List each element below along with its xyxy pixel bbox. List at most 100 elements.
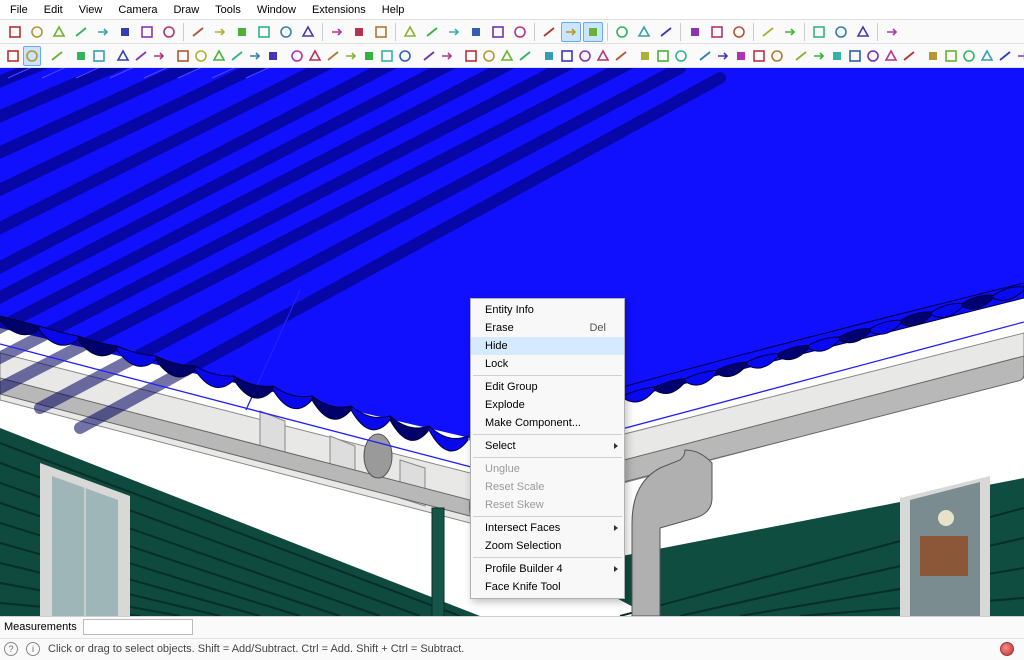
tool-gear1[interactable] bbox=[809, 22, 829, 42]
tool-undo[interactable] bbox=[276, 22, 296, 42]
tool-solid1[interactable] bbox=[612, 22, 632, 42]
tool-pb3[interactable] bbox=[577, 46, 593, 66]
tool-gear3[interactable] bbox=[853, 22, 873, 42]
tool-cyl[interactable] bbox=[707, 22, 727, 42]
tool-tag4[interactable] bbox=[517, 46, 533, 66]
tool-arc[interactable] bbox=[71, 22, 91, 42]
tool-push[interactable] bbox=[175, 46, 191, 66]
tool-follow[interactable] bbox=[193, 46, 209, 66]
tool-redo[interactable] bbox=[298, 22, 318, 42]
menu-tools[interactable]: Tools bbox=[209, 2, 247, 18]
tool-pencil[interactable] bbox=[73, 46, 89, 66]
tool-soft[interactable] bbox=[583, 22, 603, 42]
tool-poly[interactable] bbox=[151, 46, 167, 66]
tool-pb4[interactable] bbox=[595, 46, 611, 66]
tool-m5[interactable] bbox=[997, 46, 1013, 66]
tool-c6[interactable] bbox=[883, 46, 899, 66]
tool-ext1[interactable] bbox=[882, 22, 902, 42]
geolocation-icon[interactable] bbox=[1000, 642, 1014, 656]
tool-sphere[interactable] bbox=[729, 22, 749, 42]
tool-walk[interactable] bbox=[371, 22, 391, 42]
tool-layers[interactable] bbox=[466, 22, 486, 42]
tool-s2[interactable] bbox=[715, 46, 731, 66]
tool-m3[interactable] bbox=[961, 46, 977, 66]
tool-vray2[interactable] bbox=[655, 46, 671, 66]
tool-boxtxt[interactable] bbox=[115, 22, 135, 42]
tool-tape2[interactable] bbox=[289, 46, 305, 66]
ctx-hide[interactable]: Hide bbox=[471, 337, 624, 355]
tool-axes[interactable] bbox=[325, 46, 341, 66]
menu-view[interactable]: View bbox=[73, 2, 109, 18]
ctx-profile-builder-4[interactable]: Profile Builder 4 bbox=[471, 560, 624, 578]
measurements-input[interactable] bbox=[83, 619, 193, 635]
help-icon[interactable]: ? bbox=[4, 642, 18, 656]
menu-file[interactable]: File bbox=[4, 2, 34, 18]
menu-help[interactable]: Help bbox=[376, 2, 411, 18]
ctx-face-knife-tool[interactable]: Face Knife Tool bbox=[471, 578, 624, 596]
tool-pb5[interactable] bbox=[613, 46, 629, 66]
tool-sun[interactable] bbox=[439, 46, 455, 66]
tool-person[interactable] bbox=[159, 22, 179, 42]
info-icon[interactable]: i bbox=[26, 642, 40, 656]
tool-outliner[interactable] bbox=[539, 22, 559, 42]
tool-c2[interactable] bbox=[811, 46, 827, 66]
tool-comp[interactable] bbox=[422, 22, 442, 42]
tool-c7[interactable] bbox=[901, 46, 917, 66]
menu-edit[interactable]: Edit bbox=[38, 2, 69, 18]
tool-circle[interactable] bbox=[133, 46, 149, 66]
tool-m1[interactable] bbox=[925, 46, 941, 66]
tool-solid4[interactable] bbox=[758, 22, 778, 42]
tool-move[interactable] bbox=[229, 46, 245, 66]
menu-extensions[interactable]: Extensions bbox=[306, 2, 372, 18]
tool-tag2[interactable] bbox=[481, 46, 497, 66]
tool-dimension[interactable] bbox=[349, 22, 369, 42]
tool-tag3[interactable] bbox=[499, 46, 515, 66]
tool-solid2[interactable] bbox=[634, 22, 654, 42]
tool-cube[interactable] bbox=[400, 22, 420, 42]
tool-s1[interactable] bbox=[697, 46, 713, 66]
tool-solid3[interactable] bbox=[656, 22, 676, 42]
tool-c3[interactable] bbox=[829, 46, 845, 66]
tool-select-arrow[interactable] bbox=[23, 46, 41, 66]
ctx-edit-group[interactable]: Edit Group bbox=[471, 378, 624, 396]
tool-rotate[interactable] bbox=[247, 46, 263, 66]
tool-eraser[interactable] bbox=[27, 22, 47, 42]
tool-c5[interactable] bbox=[865, 46, 881, 66]
tool-house[interactable] bbox=[444, 22, 464, 42]
menu-camera[interactable]: Camera bbox=[112, 2, 163, 18]
tool-line[interactable] bbox=[49, 22, 69, 42]
tool-orbit[interactable] bbox=[232, 22, 252, 42]
tool-rect[interactable] bbox=[115, 46, 131, 66]
ctx-lock[interactable]: Lock bbox=[471, 355, 624, 373]
tool-offset[interactable] bbox=[211, 46, 227, 66]
tool-tape[interactable] bbox=[137, 22, 157, 42]
viewport-3d[interactable]: Entity InfoEraseDelHideLockEdit GroupExp… bbox=[0, 68, 1024, 616]
tool-layers-b[interactable] bbox=[561, 22, 581, 42]
tool-scale[interactable] bbox=[265, 46, 281, 66]
tool-c4[interactable] bbox=[847, 46, 863, 66]
tool-m6[interactable] bbox=[1015, 46, 1024, 66]
tool-zoom-win[interactable] bbox=[254, 22, 274, 42]
tool-pb2[interactable] bbox=[559, 46, 575, 66]
tool-freehand[interactable] bbox=[91, 46, 107, 66]
tool-c1[interactable] bbox=[793, 46, 809, 66]
tool-3dw[interactable] bbox=[510, 22, 530, 42]
tool-text2[interactable] bbox=[361, 46, 377, 66]
tool-tag1[interactable] bbox=[463, 46, 479, 66]
ctx-erase[interactable]: EraseDel bbox=[471, 319, 624, 337]
tool-gear2[interactable] bbox=[831, 22, 851, 42]
tool-m2[interactable] bbox=[943, 46, 959, 66]
tool-s4[interactable] bbox=[751, 46, 767, 66]
tool-pb1[interactable] bbox=[541, 46, 557, 66]
tool-solid5[interactable] bbox=[780, 22, 800, 42]
tool-zoom-ext[interactable] bbox=[188, 22, 208, 42]
tool-eraser2[interactable] bbox=[49, 46, 65, 66]
ctx-explode[interactable]: Explode bbox=[471, 396, 624, 414]
tool-zoom[interactable] bbox=[5, 46, 21, 66]
tool-vray3[interactable] bbox=[673, 46, 689, 66]
tool-protractor[interactable] bbox=[327, 22, 347, 42]
tool-s3[interactable] bbox=[733, 46, 749, 66]
tool-protractor2[interactable] bbox=[307, 46, 323, 66]
ctx-make-component-[interactable]: Make Component... bbox=[471, 414, 624, 432]
tool-paint[interactable] bbox=[488, 22, 508, 42]
